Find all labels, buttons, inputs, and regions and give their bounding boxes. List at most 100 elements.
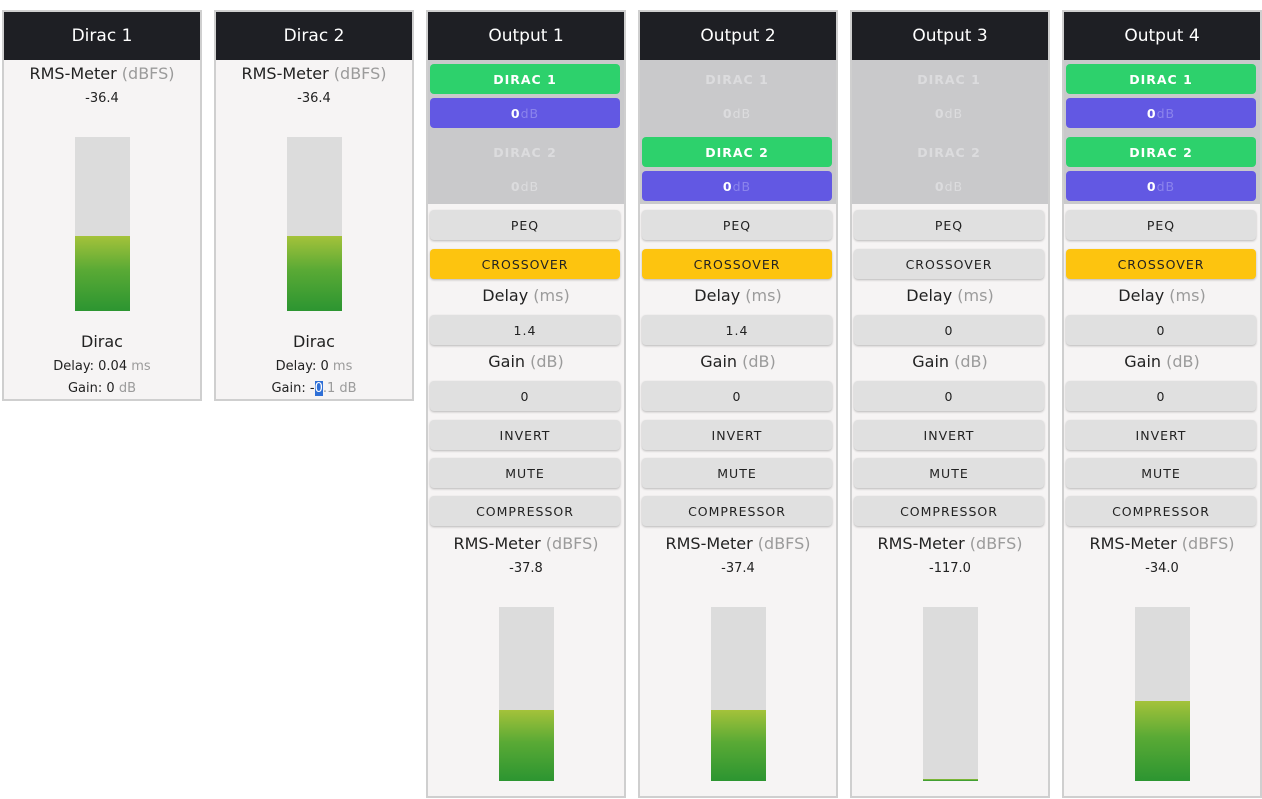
source-gain-value: 0	[510, 105, 521, 121]
invert-button[interactable]: INVERT	[1066, 420, 1256, 450]
gain-input[interactable]: 0	[1066, 381, 1256, 411]
gain-value-editor[interactable]: -0.1	[310, 381, 335, 396]
source-gain-value: 0	[510, 178, 521, 194]
delay-value[interactable]: 0	[321, 359, 329, 374]
gain-input[interactable]: 0	[430, 381, 620, 411]
rms-meter-value: -36.4	[85, 91, 119, 106]
gain-unit: (dB)	[1166, 352, 1200, 371]
source-dirac-1-gain[interactable]: 0 dB	[642, 98, 832, 128]
mute-button[interactable]: MUTE	[430, 458, 620, 488]
source-dirac-1-button[interactable]: DIRAC 1	[642, 64, 832, 94]
rms-meter-label: RMS-Meter	[453, 534, 541, 553]
gain-input[interactable]: 0	[854, 381, 1044, 411]
gain-label: Gain	[912, 352, 950, 371]
delay-input[interactable]: 1.4	[430, 315, 620, 345]
crossover-button[interactable]: CROSSOVER	[642, 249, 832, 279]
source-gain-value: 0	[934, 178, 945, 194]
rms-meter-label: RMS-Meter	[1089, 534, 1177, 553]
source-dirac-2-button[interactable]: DIRAC 2	[430, 137, 620, 167]
delay-label: Delay	[482, 286, 529, 305]
rms-meter-unit: (dBFS)	[1181, 534, 1235, 553]
routing-matrix: DIRAC 1 0 dB DIRAC 2 0 dB	[640, 60, 836, 204]
peq-button[interactable]: PEQ	[854, 210, 1044, 240]
peq-button[interactable]: PEQ	[430, 210, 620, 240]
rms-meter-value: -37.4	[721, 561, 755, 576]
source-dirac-1-button[interactable]: DIRAC 1	[1066, 64, 1256, 94]
gain-value[interactable]: 0	[106, 381, 114, 396]
source-dirac-1-button[interactable]: DIRAC 1	[854, 64, 1044, 94]
gain-value-selection: 0	[314, 381, 323, 396]
source-gain-unit: dB	[520, 178, 540, 194]
source-gain-unit: dB	[732, 105, 752, 121]
compressor-button[interactable]: COMPRESSOR	[642, 496, 832, 526]
compressor-button[interactable]: COMPRESSOR	[854, 496, 1044, 526]
source-dirac-2-gain[interactable]: 0 dB	[1066, 171, 1256, 201]
panel-title: Dirac 2	[216, 12, 412, 60]
invert-button[interactable]: INVERT	[430, 420, 620, 450]
invert-button[interactable]: INVERT	[642, 420, 832, 450]
delay-input[interactable]: 0	[854, 315, 1044, 345]
delay-label: Delay	[906, 286, 953, 305]
source-gain-unit: dB	[944, 105, 964, 121]
rms-meter-unit: (dBFS)	[969, 534, 1023, 553]
rms-meter-label: RMS-Meter	[241, 64, 329, 83]
gain-unit: (dB)	[742, 352, 776, 371]
source-dirac-1-button[interactable]: DIRAC 1	[430, 64, 620, 94]
delay-value[interactable]: 0.04	[98, 359, 127, 374]
mute-button[interactable]: MUTE	[642, 458, 832, 488]
invert-button[interactable]: INVERT	[854, 420, 1044, 450]
source-gain-value: 0	[1146, 105, 1157, 121]
panel-title: Output 3	[852, 12, 1048, 60]
rms-meter-fill	[922, 779, 978, 781]
delay-label: Delay	[694, 286, 741, 305]
source-dirac-1-gain[interactable]: 0 dB	[854, 98, 1044, 128]
rms-meter-label: RMS-Meter	[665, 534, 753, 553]
routing-matrix: DIRAC 1 0 dB DIRAC 2 0 dB	[852, 60, 1048, 204]
source-dirac-2-button[interactable]: DIRAC 2	[1066, 137, 1256, 167]
output-2-panel: Output 2 DIRAC 1 0 dB DIRAC 2 0 dB PEQ CRO…	[638, 10, 838, 798]
source-dirac-2-gain[interactable]: 0 dB	[642, 171, 832, 201]
source-dirac-2-button[interactable]: DIRAC 2	[642, 137, 832, 167]
rms-meter-fill	[1134, 700, 1190, 781]
mute-button[interactable]: MUTE	[854, 458, 1044, 488]
peq-button[interactable]: PEQ	[642, 210, 832, 240]
rms-meter-value: -117.0	[929, 561, 971, 576]
rms-meter-value: -34.0	[1145, 561, 1179, 576]
mute-button[interactable]: MUTE	[1066, 458, 1256, 488]
source-gain-unit: dB	[1156, 178, 1176, 194]
gain-label: Gain	[1124, 352, 1162, 371]
source-dirac-2-gain[interactable]: 0 dB	[430, 171, 620, 201]
rms-meter-label: RMS-Meter	[29, 64, 117, 83]
delay-unit: (ms)	[1169, 286, 1206, 305]
output-1-panel: Output 1 DIRAC 1 0 dB DIRAC 2 0 dB PEQ CRO…	[426, 10, 626, 798]
compressor-button[interactable]: COMPRESSOR	[1066, 496, 1256, 526]
output-4-panel: Output 4 DIRAC 1 0 dB DIRAC 2 0 dB PEQ CRO…	[1062, 10, 1262, 798]
source-dirac-1-gain[interactable]: 0 dB	[430, 98, 620, 128]
source-dirac-1-gain[interactable]: 0 dB	[1066, 98, 1256, 128]
source-dirac-2-button[interactable]: DIRAC 2	[854, 137, 1044, 167]
crossover-button[interactable]: CROSSOVER	[430, 249, 620, 279]
rms-meter-fill	[498, 709, 554, 781]
compressor-button[interactable]: COMPRESSOR	[430, 496, 620, 526]
rms-meter-bar	[710, 607, 766, 781]
delay-unit: (ms)	[957, 286, 994, 305]
panel-title: Dirac 1	[4, 12, 200, 60]
gain-unit: (dB)	[530, 352, 564, 371]
source-dirac-2-gain[interactable]: 0 dB	[854, 171, 1044, 201]
rms-meter-fill	[710, 709, 766, 781]
delay-unit: ms	[332, 359, 353, 374]
panel-title: Output 1	[428, 12, 624, 60]
delay-label: Delay:	[53, 359, 95, 374]
crossover-button[interactable]: CROSSOVER	[1066, 249, 1256, 279]
panel-title: Output 2	[640, 12, 836, 60]
gain-input[interactable]: 0	[642, 381, 832, 411]
source-gain-value: 0	[722, 105, 733, 121]
rms-meter-unit: (dBFS)	[121, 64, 175, 83]
gain-label: Gain	[488, 352, 526, 371]
delay-input[interactable]: 0	[1066, 315, 1256, 345]
crossover-button[interactable]: CROSSOVER	[854, 249, 1044, 279]
delay-input[interactable]: 1.4	[642, 315, 832, 345]
peq-button[interactable]: PEQ	[1066, 210, 1256, 240]
gain-label: Gain:	[67, 381, 103, 396]
source-gain-unit: dB	[732, 178, 752, 194]
